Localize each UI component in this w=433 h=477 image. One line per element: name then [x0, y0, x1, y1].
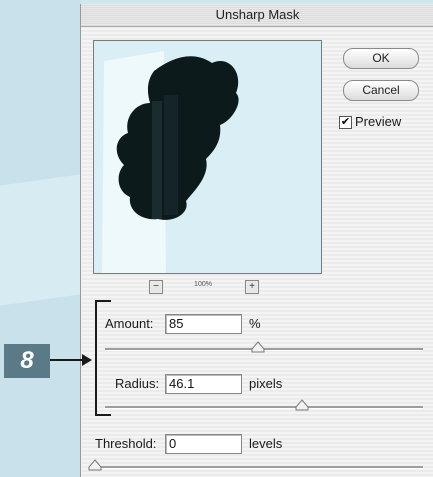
threshold-slider-thumb[interactable] — [88, 459, 102, 471]
amount-field[interactable]: 85 — [165, 314, 242, 334]
unsharp-mask-dialog: Unsharp Mask − 100% + OK Cancel ✔ Previe… — [80, 4, 433, 477]
threshold-slider-track[interactable] — [95, 466, 423, 469]
amount-slider-thumb[interactable] — [251, 341, 265, 353]
radius-label: Radius: — [115, 376, 160, 391]
threshold-unit: levels — [249, 436, 283, 451]
amount-unit: % — [249, 316, 261, 331]
zoom-controls: − 100% + — [149, 280, 269, 296]
arrow-right-icon — [50, 354, 92, 366]
ok-button[interactable]: OK — [343, 48, 419, 69]
preview-image — [94, 41, 321, 273]
preview-window[interactable] — [93, 40, 322, 274]
step-number-badge: 8 — [4, 344, 50, 378]
radius-slider-thumb[interactable] — [295, 399, 309, 411]
radius-slider-track[interactable] — [105, 406, 423, 409]
amount-label: Amount: — [105, 316, 154, 331]
threshold-field[interactable]: 0 — [165, 434, 242, 454]
radius-unit: pixels — [249, 376, 283, 391]
annotation-bracket — [95, 300, 111, 416]
zoom-in-icon[interactable]: + — [245, 280, 259, 294]
checkmark-icon: ✔ — [340, 116, 351, 128]
background-shape — [0, 174, 80, 306]
dialog-title: Unsharp Mask — [81, 4, 433, 27]
preview-checkbox[interactable]: ✔ — [339, 116, 352, 129]
preview-label: Preview — [355, 114, 402, 129]
radius-field[interactable]: 46.1 — [165, 374, 242, 394]
cancel-button[interactable]: Cancel — [343, 80, 419, 101]
zoom-out-icon[interactable]: − — [149, 280, 163, 294]
threshold-label: Threshold: — [95, 436, 157, 451]
zoom-level: 100% — [194, 281, 212, 288]
